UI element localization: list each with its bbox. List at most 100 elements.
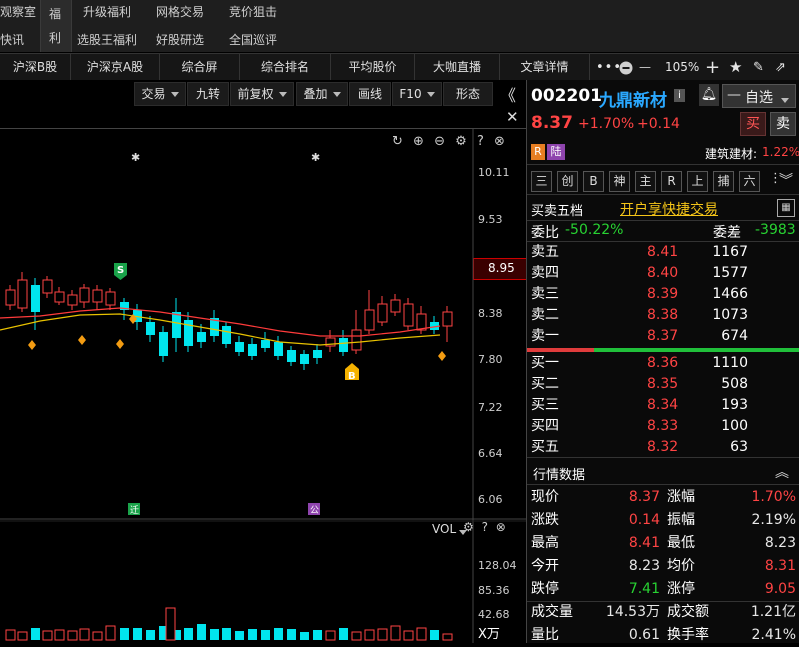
quick-btn-r[interactable]: R bbox=[661, 171, 682, 192]
bell-icon[interactable]: 🔔︎ bbox=[699, 84, 719, 106]
bid-row[interactable]: 买三 8.34 193 bbox=[527, 395, 799, 416]
market-row: 今开 8.23 均价 8.31 bbox=[527, 555, 799, 578]
volume-bar bbox=[92, 631, 103, 641]
market-label: 换手率 bbox=[667, 627, 709, 643]
zoom-in-icon[interactable]: + bbox=[705, 54, 720, 81]
candle-body bbox=[222, 326, 231, 344]
self-select-button[interactable]: — 自选 bbox=[722, 84, 796, 108]
bid-price: 8.32 bbox=[647, 439, 679, 455]
ask-row[interactable]: 卖二 8.38 1073 bbox=[527, 305, 799, 326]
event-icon-purple-glyph: 公 bbox=[310, 505, 319, 516]
vol-settings-icon[interactable]: ⚙ bbox=[463, 520, 474, 534]
bid-price: 8.33 bbox=[647, 418, 679, 434]
nav-quanguo-xunping[interactable]: 全国巡评 bbox=[229, 31, 277, 48]
tab-pingjun-gujia[interactable]: 平均股价 bbox=[331, 54, 415, 81]
ask-row[interactable]: 卖三 8.39 1466 bbox=[527, 284, 799, 305]
market-row: 涨跌 0.14 振幅 2.19% bbox=[527, 509, 799, 532]
nav-fuli-bottom: 利 bbox=[49, 31, 62, 45]
candle-body bbox=[403, 303, 414, 327]
bid-price: 8.34 bbox=[647, 397, 679, 413]
ask-volume: 1466 bbox=[712, 286, 748, 302]
quick-btn-b[interactable]: B bbox=[583, 171, 604, 192]
nav-guanchashi[interactable]: 观察室 bbox=[0, 3, 36, 20]
tab-daka-zhibo[interactable]: 大咖直播 bbox=[415, 54, 500, 81]
collapse-up-icon[interactable]: ︽ bbox=[775, 462, 789, 482]
ask-row[interactable]: 卖四 8.40 1577 bbox=[527, 263, 799, 284]
tab-zonghe-paiming[interactable]: 综合排名 bbox=[240, 54, 331, 81]
tab-zonghe-ping[interactable]: 综合屏 bbox=[160, 54, 240, 81]
volume-bar bbox=[364, 629, 375, 641]
chevron-double-down-icon[interactable]: ︾ bbox=[779, 170, 793, 190]
volume-bar bbox=[377, 628, 388, 641]
share-icon[interactable]: ⇗ bbox=[775, 54, 786, 81]
quick-btn-shen[interactable]: 神 bbox=[609, 171, 630, 192]
diamond-marker bbox=[438, 351, 446, 361]
tab-wenzhang-xiangqing[interactable]: 文章详情 bbox=[500, 54, 590, 81]
candle-body bbox=[17, 279, 28, 309]
b-signal-label: B bbox=[348, 371, 356, 382]
quick-btn-chuang[interactable]: 创 bbox=[557, 171, 578, 192]
market-value: 8.31 bbox=[764, 558, 796, 574]
ask-volume: 1577 bbox=[712, 265, 748, 281]
quick-btn-shang[interactable]: 上 bbox=[687, 171, 708, 192]
nav-shengji-fuli[interactable]: 升级福利 bbox=[83, 3, 131, 20]
market-label: 涨跌 bbox=[531, 512, 559, 528]
nav-xuangu-wang[interactable]: 选股王福利 bbox=[77, 31, 137, 48]
candle-body bbox=[364, 309, 375, 331]
industry-change: 1.22% bbox=[762, 145, 799, 159]
market-value: 0.61 bbox=[628, 627, 660, 643]
quick-btn-liu[interactable]: 六 bbox=[739, 171, 760, 192]
tab-hushen-b[interactable]: 沪深B股 bbox=[0, 54, 71, 81]
nav-wangge-jiaoyi[interactable]: 网格交易 bbox=[156, 3, 204, 20]
buy-button[interactable]: 买 bbox=[740, 112, 766, 136]
candle-body bbox=[287, 350, 296, 362]
volume-bar bbox=[54, 629, 65, 641]
quick-btn-san[interactable]: 三 bbox=[531, 171, 552, 192]
bid-label: 买四 bbox=[531, 418, 559, 434]
market-label: 振幅 bbox=[667, 512, 695, 528]
vol-close-icon[interactable]: ⊗ bbox=[496, 520, 506, 534]
bid-volume: 508 bbox=[721, 376, 748, 392]
stock-name[interactable]: 九鼎新材 bbox=[599, 86, 667, 111]
quick-btn-zhu[interactable]: 主 bbox=[635, 171, 656, 192]
b-signal-marker[interactable]: B bbox=[345, 363, 359, 382]
ask-label: 卖一 bbox=[531, 328, 559, 344]
tab-hushenjing-a[interactable]: 沪深京A股 bbox=[71, 54, 160, 81]
nav-jingjia-juji[interactable]: 竞价狙击 bbox=[229, 3, 277, 20]
nav-fuli-tab[interactable]: 福 利 bbox=[40, 0, 72, 52]
divider bbox=[527, 164, 799, 165]
bid-row[interactable]: 买二 8.35 508 bbox=[527, 374, 799, 395]
vol-help-icon[interactable]: ? bbox=[482, 520, 488, 534]
nav-haogu-yanxuan[interactable]: 好股研选 bbox=[156, 31, 204, 48]
bid-volume: 1110 bbox=[712, 355, 748, 371]
industry-name[interactable]: 建筑建材: bbox=[705, 145, 757, 162]
volume-bar bbox=[197, 624, 206, 640]
bid-row[interactable]: 买五 8.32 63 bbox=[527, 437, 799, 458]
info-badge[interactable]: i bbox=[674, 89, 685, 102]
candle-body bbox=[377, 303, 388, 323]
bid-label: 买二 bbox=[531, 376, 559, 392]
sell-button[interactable]: 卖 bbox=[770, 112, 796, 136]
vol-icon-row: ⚙ ? ⊗ bbox=[463, 520, 506, 534]
bid-row[interactable]: 买一 8.36 1110 bbox=[527, 353, 799, 374]
star-icon[interactable]: ★ bbox=[729, 54, 742, 81]
nav-kuaixun[interactable]: 快讯 bbox=[0, 31, 24, 48]
quick-trade-link[interactable]: 开户享快捷交易 bbox=[620, 199, 718, 219]
diamond-marker bbox=[116, 339, 124, 349]
bid-price: 8.35 bbox=[647, 376, 679, 392]
market-value: 8.23 bbox=[764, 535, 796, 551]
bid-row[interactable]: 买四 8.33 100 bbox=[527, 416, 799, 437]
volume-bar bbox=[430, 630, 439, 640]
ask-price: 8.38 bbox=[647, 307, 679, 323]
s-signal-label: S bbox=[117, 265, 124, 276]
divider bbox=[527, 194, 799, 195]
ask-row[interactable]: 卖五 8.41 1167 bbox=[527, 242, 799, 263]
zoom-out-icon[interactable] bbox=[619, 54, 633, 81]
quick-btn-bu[interactable]: 捕 bbox=[713, 171, 734, 192]
s-signal-marker[interactable]: S bbox=[114, 263, 127, 280]
bid-label: 买一 bbox=[531, 355, 559, 371]
edit-icon[interactable]: ✎ bbox=[753, 54, 764, 81]
calculator-icon[interactable]: ▦ bbox=[777, 199, 795, 217]
ask-row[interactable]: 卖一 8.37 674 bbox=[527, 326, 799, 347]
market-row: 成交量 14.53万 成交额 1.21亿 bbox=[527, 601, 799, 624]
